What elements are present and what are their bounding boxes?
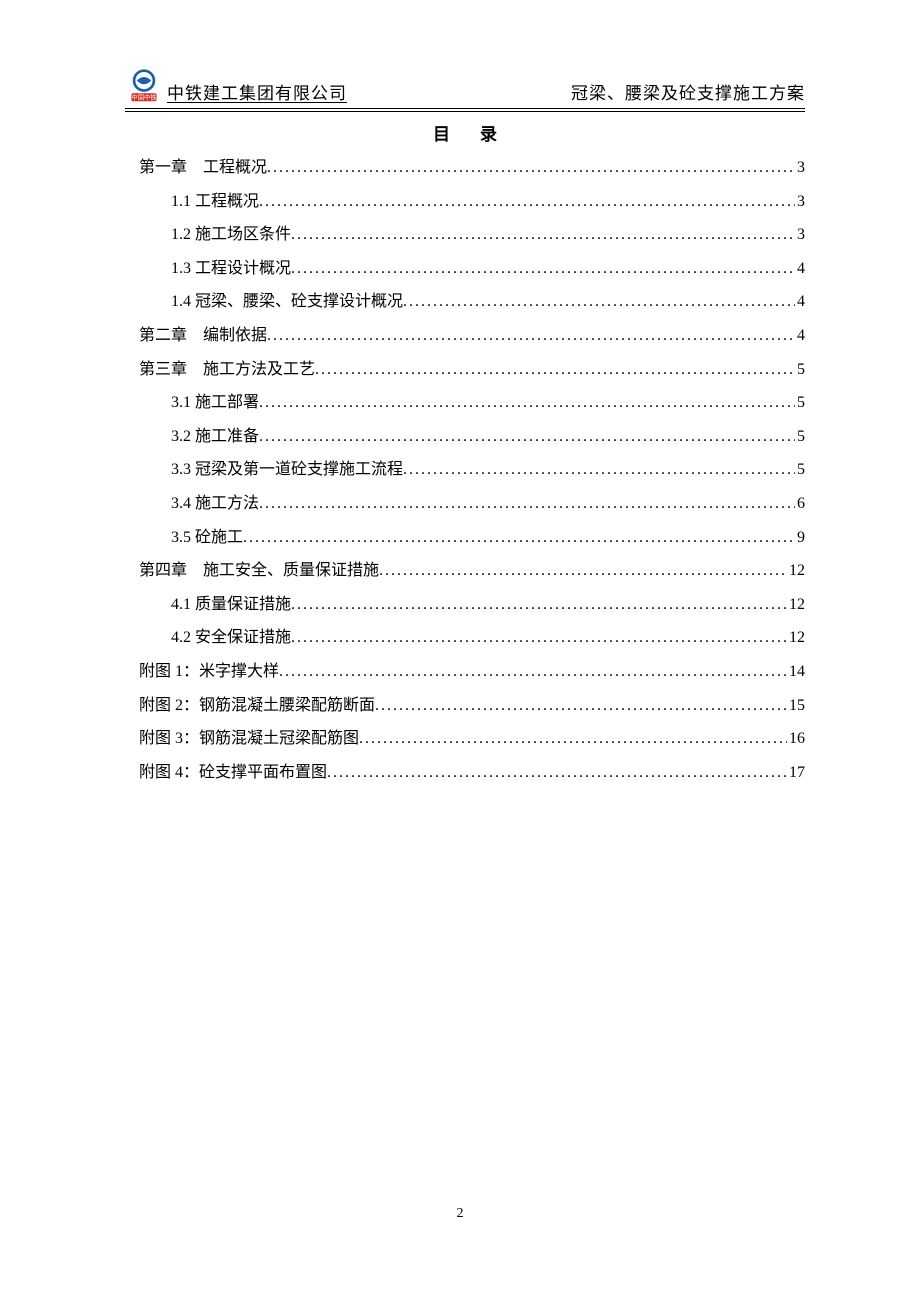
toc-entry-page: 5 bbox=[795, 453, 805, 487]
toc-entry: 附图 2：钢筋混凝土腰梁配筋断面 15 bbox=[139, 689, 805, 723]
toc-entry-label: 附图 2：钢筋混凝土腰梁配筋断面 bbox=[139, 689, 375, 723]
toc-entry: 第一章 工程概况 3 bbox=[139, 151, 805, 185]
toc-entry-page: 5 bbox=[795, 353, 805, 387]
toc-entry-label: 附图 1：米字撑大样 bbox=[139, 655, 279, 689]
toc-entry-label: 3.4 施工方法 bbox=[171, 487, 259, 521]
toc-leader-dots bbox=[403, 453, 795, 487]
toc-leader-dots bbox=[403, 285, 795, 319]
toc-entry: 3.1 施工部署 5 bbox=[139, 386, 805, 420]
toc-entry-page: 12 bbox=[787, 554, 805, 588]
toc-entry: 第二章 编制依据 4 bbox=[139, 319, 805, 353]
toc-leader-dots bbox=[279, 655, 787, 689]
toc-entry: 1.2 施工场区条件 3 bbox=[139, 218, 805, 252]
toc-entry-label: 1.1 工程概况 bbox=[171, 185, 259, 219]
toc-entry-page: 16 bbox=[787, 722, 805, 756]
toc-entry-page: 4 bbox=[795, 252, 805, 286]
toc-entry-page: 6 bbox=[795, 487, 805, 521]
toc-entry: 3.4 施工方法 6 bbox=[139, 487, 805, 521]
toc-entry-label: 3.5 砼施工 bbox=[171, 521, 243, 555]
toc-leader-dots bbox=[267, 319, 795, 353]
toc-entry-page: 15 bbox=[787, 689, 805, 723]
toc-leader-dots bbox=[291, 621, 787, 655]
toc-entry-label: 第一章 工程概况 bbox=[139, 151, 267, 185]
toc-entry-page: 3 bbox=[795, 218, 805, 252]
svg-text:中国中铁: 中国中铁 bbox=[131, 93, 157, 102]
document-title: 冠梁、腰梁及砼支撑施工方案 bbox=[571, 79, 805, 104]
toc-entry-page: 12 bbox=[787, 621, 805, 655]
toc-entry: 附图 1：米字撑大样 14 bbox=[139, 655, 805, 689]
page-header: 中国中铁 中铁建工集团有限公司 冠梁、腰梁及砼支撑施工方案 bbox=[125, 68, 805, 112]
toc-entry-page: 4 bbox=[795, 319, 805, 353]
toc-leader-dots bbox=[379, 554, 787, 588]
toc-entry: 第三章 施工方法及工艺 5 bbox=[139, 353, 805, 387]
toc-entry-label: 1.3 工程设计概况 bbox=[171, 252, 291, 286]
toc-leader-dots bbox=[259, 487, 795, 521]
toc-entry-label: 3.1 施工部署 bbox=[171, 386, 259, 420]
toc-leader-dots bbox=[259, 420, 795, 454]
toc-entry-label: 附图 4：砼支撑平面布置图 bbox=[139, 756, 327, 790]
document-page: 中国中铁 中铁建工集团有限公司 冠梁、腰梁及砼支撑施工方案 目录 第一章 工程概… bbox=[125, 68, 805, 789]
toc-entry-page: 5 bbox=[795, 420, 805, 454]
company-name: 中铁建工集团有限公司 bbox=[167, 79, 347, 104]
toc-entry-page: 12 bbox=[787, 588, 805, 622]
table-of-contents: 第一章 工程概况 3 1.1 工程概况 3 1.2 施工场区条件 3 1.3 工程设计概况 4… bbox=[125, 151, 805, 789]
toc-entry: 1.3 工程设计概况 4 bbox=[139, 252, 805, 286]
toc-entry: 4.2 安全保证措施 12 bbox=[139, 621, 805, 655]
toc-entry-label: 1.4 冠梁、腰梁、砼支撑设计概况 bbox=[171, 285, 403, 319]
toc-entry-label: 第二章 编制依据 bbox=[139, 319, 267, 353]
toc-entry-label: 4.2 安全保证措施 bbox=[171, 621, 291, 655]
toc-entry: 4.1 质量保证措施 12 bbox=[139, 588, 805, 622]
toc-leader-dots bbox=[327, 756, 787, 790]
toc-entry: 3.5 砼施工 9 bbox=[139, 521, 805, 555]
toc-entry-label: 1.2 施工场区条件 bbox=[171, 218, 291, 252]
toc-entry-page: 14 bbox=[787, 655, 805, 689]
toc-leader-dots bbox=[267, 151, 795, 185]
company-logo-icon: 中国中铁 bbox=[125, 68, 163, 104]
toc-entry-label: 第三章 施工方法及工艺 bbox=[139, 353, 315, 387]
toc-entry-page: 3 bbox=[795, 185, 805, 219]
toc-entry: 第四章 施工安全、质量保证措施 12 bbox=[139, 554, 805, 588]
toc-leader-dots bbox=[243, 521, 795, 555]
toc-leader-dots bbox=[291, 588, 787, 622]
toc-entry-page: 3 bbox=[795, 151, 805, 185]
toc-entry: 附图 3：钢筋混凝土冠梁配筋图 16 bbox=[139, 722, 805, 756]
toc-entry: 附图 4：砼支撑平面布置图 17 bbox=[139, 756, 805, 790]
header-left: 中国中铁 中铁建工集团有限公司 bbox=[125, 68, 347, 104]
toc-leader-dots bbox=[375, 689, 787, 723]
toc-entry-page: 17 bbox=[787, 756, 805, 790]
toc-entry: 1.1 工程概况 3 bbox=[139, 185, 805, 219]
toc-heading: 目录 bbox=[155, 120, 805, 145]
toc-entry-page: 4 bbox=[795, 285, 805, 319]
toc-entry: 3.2 施工准备 5 bbox=[139, 420, 805, 454]
toc-entry-label: 4.1 质量保证措施 bbox=[171, 588, 291, 622]
page-number: 2 bbox=[0, 1206, 920, 1222]
toc-leader-dots bbox=[359, 722, 787, 756]
toc-entry: 3.3 冠梁及第一道砼支撑施工流程 5 bbox=[139, 453, 805, 487]
toc-entry: 1.4 冠梁、腰梁、砼支撑设计概况 4 bbox=[139, 285, 805, 319]
toc-entry-label: 第四章 施工安全、质量保证措施 bbox=[139, 554, 379, 588]
toc-leader-dots bbox=[315, 353, 795, 387]
toc-entry-label: 3.3 冠梁及第一道砼支撑施工流程 bbox=[171, 453, 403, 487]
toc-leader-dots bbox=[259, 386, 795, 420]
toc-leader-dots bbox=[259, 185, 795, 219]
toc-leader-dots bbox=[291, 218, 795, 252]
toc-entry-label: 附图 3：钢筋混凝土冠梁配筋图 bbox=[139, 722, 359, 756]
toc-leader-dots bbox=[291, 252, 795, 286]
toc-entry-page: 5 bbox=[795, 386, 805, 420]
toc-entry-page: 9 bbox=[795, 521, 805, 555]
toc-entry-label: 3.2 施工准备 bbox=[171, 420, 259, 454]
